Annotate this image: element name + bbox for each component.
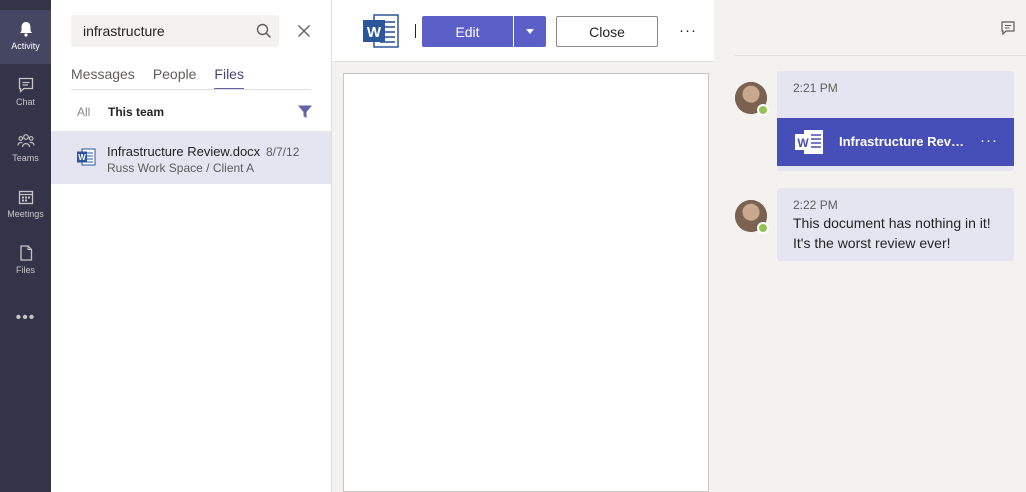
rail-item-meetings[interactable]: Meetings [0, 178, 51, 232]
result-date: 8/7/12 [266, 145, 300, 159]
filter-this-team[interactable]: This team [108, 105, 164, 119]
search-panel: Messages People Files All This team W In… [51, 0, 331, 492]
tab-messages[interactable]: Messages [71, 66, 135, 90]
edit-button[interactable]: Edit [422, 16, 513, 47]
conversation-divider [735, 55, 1026, 56]
close-button[interactable]: Close [556, 16, 658, 47]
document-page[interactable] [343, 73, 709, 492]
presence-available-icon [757, 104, 769, 116]
bell-icon [19, 22, 32, 37]
file-attachment-name: Infrastructure Review.docx [839, 134, 967, 149]
tab-files[interactable]: Files [214, 66, 244, 90]
word-doc-icon: W [795, 130, 823, 154]
conversation-panel: 2:21 PM W Infrastructure Review.docx ···… [714, 0, 1026, 492]
tabs-divider [71, 89, 311, 90]
list-item[interactable]: W Infrastructure Review.docx 8/7/12 Russ… [51, 131, 331, 184]
result-path: Russ Work Space / Client A [107, 161, 255, 175]
svg-text:W: W [797, 136, 809, 150]
word-doc-icon: W [77, 148, 96, 166]
message-text: This document has nothing in it! [793, 215, 991, 231]
message-time: 2:22 PM [793, 198, 838, 212]
search-icon[interactable] [255, 22, 273, 40]
filter-row: All This team [77, 104, 313, 122]
search-input[interactable] [71, 15, 251, 47]
search-box [71, 15, 279, 47]
rail-item-teams[interactable]: Teams [0, 122, 51, 176]
avatar[interactable] [735, 82, 769, 116]
rail-item-chat[interactable]: Chat [0, 66, 51, 120]
svg-text:W: W [78, 153, 86, 162]
file-more-options-button[interactable]: ··· [977, 132, 1001, 149]
result-file-name: Infrastructure Review.docx [107, 144, 261, 159]
file-icon [19, 245, 32, 261]
svg-text:W: W [367, 24, 382, 41]
more-options-button[interactable]: ··· [676, 22, 700, 40]
rail-item-label: Files [15, 265, 35, 275]
rail-item-label: Chat [15, 97, 35, 107]
rail-item-activity[interactable]: Activity [0, 10, 51, 64]
file-attachment-card[interactable]: W Infrastructure Review.docx ··· [777, 118, 1014, 166]
chat-icon [18, 77, 33, 93]
search-tabs: Messages People Files [71, 66, 262, 90]
close-icon[interactable] [295, 22, 313, 40]
tab-people[interactable]: People [153, 66, 197, 90]
message-bubble: 2:22 PM This document has nothing in it!… [777, 188, 1014, 261]
teams-icon [16, 134, 35, 148]
calendar-icon [18, 190, 33, 205]
filter-all[interactable]: All [77, 105, 90, 119]
document-toolbar: W Edit Close ··· [332, 0, 715, 62]
rail-item-label: Teams [12, 153, 39, 163]
rail-item-label: Activity [11, 41, 40, 51]
message-text: It's the worst review ever! [793, 235, 951, 251]
presence-available-icon [757, 222, 769, 234]
avatar[interactable] [735, 200, 769, 234]
filter-icon[interactable] [297, 104, 313, 120]
chevron-down-icon [526, 29, 534, 34]
word-icon: W [363, 14, 399, 48]
rail-item-files[interactable]: Files [0, 234, 51, 288]
message-time: 2:21 PM [793, 81, 838, 95]
edit-dropdown-button[interactable] [514, 16, 546, 47]
document-viewer: W Edit Close ··· [331, 0, 715, 492]
app-rail: Activity Chat Teams Meetings Files ••• [0, 0, 51, 492]
more-apps-button[interactable]: ••• [0, 306, 51, 330]
rail-item-label: Meetings [7, 209, 44, 219]
conversation-icon[interactable] [1000, 20, 1016, 36]
toolbar-separator [415, 24, 416, 38]
